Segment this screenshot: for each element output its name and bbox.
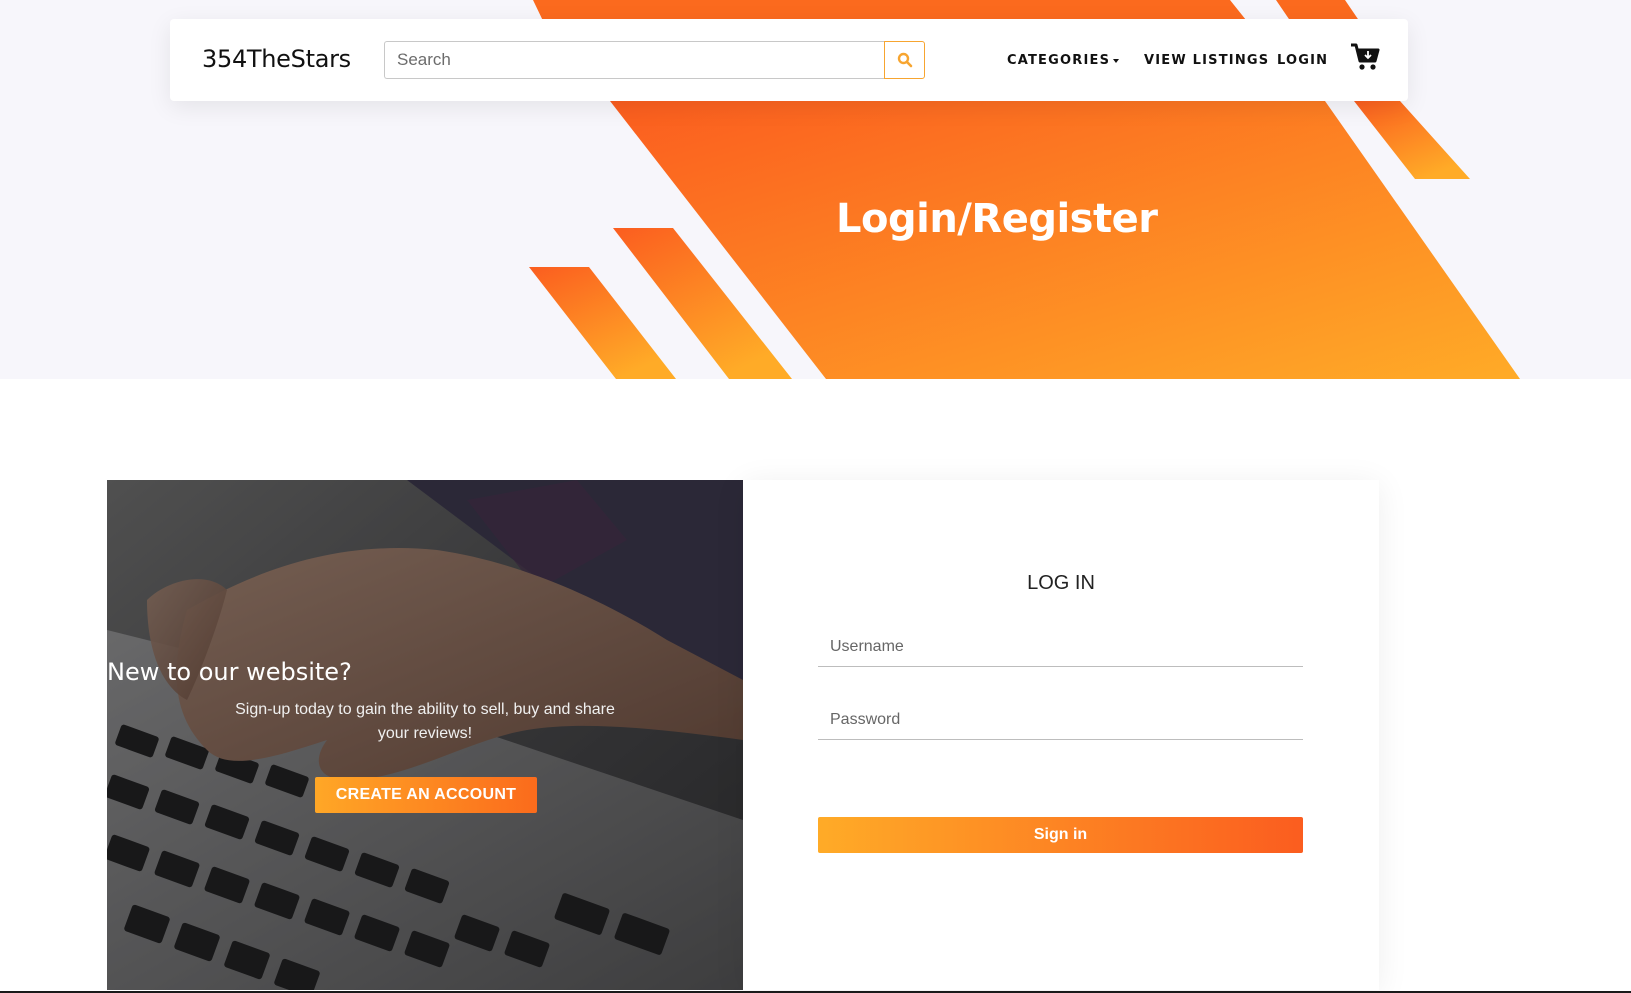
search-icon xyxy=(897,52,912,68)
register-description: Sign-up today to gain the ability to sel… xyxy=(235,701,615,742)
search-input[interactable] xyxy=(384,41,885,79)
cart-icon xyxy=(1351,43,1380,70)
page-title: Login/Register xyxy=(836,196,1158,242)
login-title: LOG IN xyxy=(1027,572,1095,594)
nav-view-listings[interactable]: VIEW LISTINGS xyxy=(1144,53,1269,68)
nav-login[interactable]: LOGIN xyxy=(1277,53,1328,68)
caret-down-icon xyxy=(1113,58,1120,63)
brand-logo[interactable]: 354TheStars xyxy=(202,45,351,73)
search-button[interactable] xyxy=(884,41,925,79)
username-field[interactable] xyxy=(818,627,1303,667)
password-field[interactable] xyxy=(818,700,1303,740)
create-account-button[interactable]: CREATE AN ACCOUNT xyxy=(315,777,537,813)
nav-categories[interactable]: CATEGORIES xyxy=(1007,53,1120,68)
login-panel: LOG IN Sign in xyxy=(743,480,1379,990)
register-title: New to our website? xyxy=(107,658,352,686)
navbar: 354TheStars CATEGORIES VIEW LISTINGS LOG… xyxy=(170,19,1408,101)
sign-in-button[interactable]: Sign in xyxy=(818,817,1303,853)
search-bar xyxy=(384,41,925,79)
register-panel: New to our website? Sign-up today to gai… xyxy=(107,480,743,990)
cart-button[interactable] xyxy=(1350,43,1380,76)
nav-categories-label: CATEGORIES xyxy=(1007,53,1111,68)
